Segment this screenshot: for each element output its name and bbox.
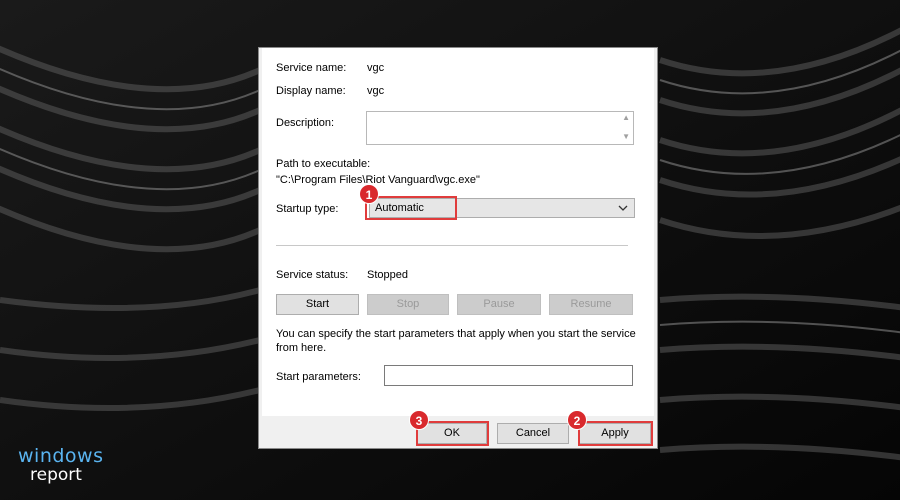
- resume-button[interactable]: Resume: [549, 294, 633, 315]
- display-name-value: vgc: [367, 85, 385, 97]
- path-value: "C:\Program Files\Riot Vanguard\vgc.exe": [276, 174, 480, 186]
- start-button[interactable]: Start: [276, 294, 359, 315]
- service-status-label: Service status:: [276, 269, 349, 281]
- description-label: Description:: [276, 117, 335, 129]
- start-parameters-label: Start parameters:: [276, 371, 361, 383]
- start-parameters-input[interactable]: [384, 365, 633, 386]
- cancel-button[interactable]: Cancel: [497, 423, 569, 444]
- service-status-value: Stopped: [367, 269, 408, 281]
- chevron-down-icon: [618, 205, 628, 211]
- startup-type-label: Startup type:: [276, 203, 339, 215]
- general-tab-panel: Service name: vgc Display name: vgc Desc…: [262, 48, 654, 416]
- service-properties-dialog: Service name: vgc Display name: vgc Desc…: [258, 47, 658, 449]
- path-label: Path to executable:: [276, 158, 371, 170]
- windows-report-logo: windows report: [18, 446, 103, 484]
- scroll-up-icon[interactable]: ▲: [622, 113, 630, 122]
- pause-button[interactable]: Pause: [457, 294, 541, 315]
- service-name-value: vgc: [367, 62, 385, 74]
- stop-button[interactable]: Stop: [367, 294, 449, 315]
- step-badge-3: 3: [409, 410, 429, 430]
- hint-text-line1: You can specify the start parameters tha…: [276, 328, 636, 340]
- step-badge-1: 1: [359, 184, 379, 204]
- logo-line1: windows: [18, 445, 104, 467]
- step-badge-2: 2: [567, 410, 587, 430]
- hint-text-line2: from here.: [276, 342, 327, 354]
- highlight-startup-type: [365, 196, 457, 220]
- description-field[interactable]: ▲ ▼: [366, 111, 634, 145]
- logo-line2: report: [30, 465, 82, 485]
- section-divider: [276, 245, 628, 246]
- scroll-down-icon[interactable]: ▼: [622, 132, 630, 141]
- highlight-apply: [578, 421, 653, 446]
- service-name-label: Service name:: [276, 62, 347, 74]
- display-name-label: Display name:: [276, 85, 346, 97]
